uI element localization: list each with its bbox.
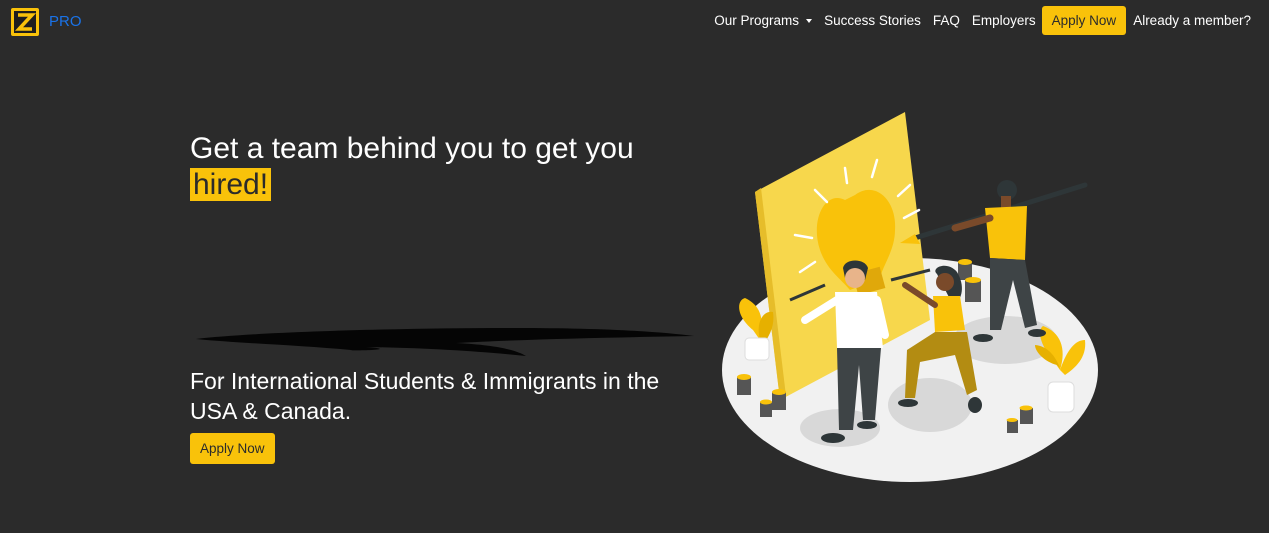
team-painting-illustration <box>722 112 1098 482</box>
brush-stroke-decoration <box>196 328 694 356</box>
brand-logo-icon[interactable] <box>10 7 40 37</box>
hero-headline-highlight: hired! <box>190 168 272 201</box>
nav-already-member-link[interactable]: Already a member? <box>1133 13 1251 28</box>
chevron-down-icon <box>806 19 813 23</box>
brand-name[interactable]: PRO <box>49 13 82 30</box>
nav-our-programs-label: Our Programs <box>714 13 800 28</box>
landing-page: PRO Our Programs Success Stories FAQ Emp… <box>0 0 1269 533</box>
hero-headline-text: Get a team behind you to get you <box>190 132 634 165</box>
hero-subtitle: For International Students & Immigrants … <box>190 368 660 424</box>
nav-success-stories[interactable]: Success Stories <box>824 13 921 28</box>
nav-employers[interactable]: Employers <box>972 13 1036 28</box>
hero-headline: Get a team behind you to get you hired! <box>190 131 710 203</box>
main-nav: Our Programs Success Stories FAQ Employe… <box>702 5 1251 36</box>
nav-faq[interactable]: FAQ <box>933 13 960 28</box>
hero-apply-now-button[interactable]: Apply Now <box>190 433 275 464</box>
nav-apply-now-button[interactable]: Apply Now <box>1041 6 1127 35</box>
nav-our-programs[interactable]: Our Programs <box>714 13 813 28</box>
